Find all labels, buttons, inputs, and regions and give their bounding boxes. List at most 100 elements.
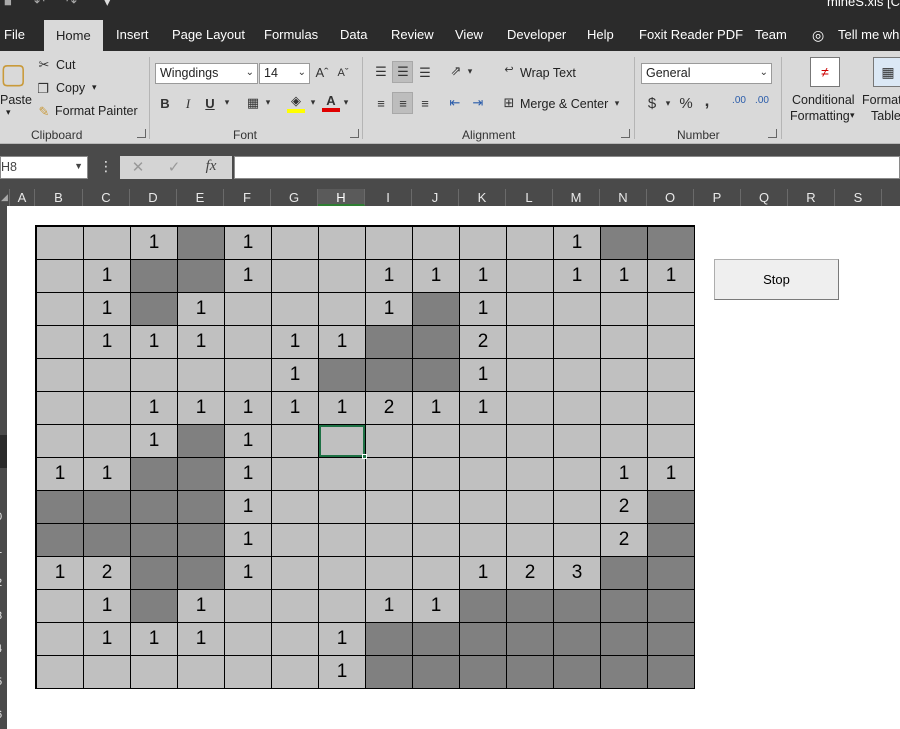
conditional-formatting-button[interactable]: Conditional (792, 93, 855, 107)
revealed-cell[interactable] (272, 623, 318, 655)
unrevealed-cell[interactable] (366, 623, 412, 655)
revealed-cell[interactable] (225, 590, 271, 622)
font-name-combo[interactable]: Wingdings ⌄ (155, 63, 258, 84)
save-icon[interactable]: ■ (4, 0, 12, 9)
unrevealed-cell[interactable] (648, 590, 694, 622)
center-button[interactable]: ≡ (392, 92, 413, 114)
revealed-cell[interactable] (37, 359, 83, 391)
unrevealed-cell[interactable] (84, 524, 130, 556)
unrevealed-cell[interactable] (178, 260, 224, 292)
revealed-cell[interactable]: 2 (460, 326, 506, 358)
revealed-cell[interactable] (413, 458, 459, 490)
cut-button[interactable]: Cut (56, 58, 75, 72)
tab-review[interactable]: Review (391, 27, 434, 42)
revealed-cell[interactable] (319, 293, 365, 325)
column-header-n[interactable]: N (600, 189, 647, 206)
revealed-cell[interactable] (648, 326, 694, 358)
row-header[interactable] (0, 402, 7, 435)
row-header[interactable]: 2 (0, 567, 7, 600)
revealed-cell[interactable] (131, 656, 177, 688)
revealed-cell[interactable] (272, 425, 318, 457)
column-header-q[interactable]: Q (741, 189, 788, 206)
undo-icon[interactable]: ↶ (34, 0, 45, 10)
revealed-cell[interactable] (272, 491, 318, 523)
paste-icon[interactable]: ▢ (0, 57, 26, 91)
copy-icon[interactable]: ❐ (36, 81, 50, 97)
unrevealed-cell[interactable] (413, 293, 459, 325)
revealed-cell[interactable]: 1 (554, 227, 600, 259)
revealed-cell[interactable] (366, 491, 412, 523)
unrevealed-cell[interactable] (554, 623, 600, 655)
revealed-cell[interactable]: 1 (366, 260, 412, 292)
fill-color-dropdown-icon[interactable]: ▾ (309, 97, 317, 108)
revealed-cell[interactable] (507, 227, 553, 259)
unrevealed-cell[interactable] (413, 326, 459, 358)
decrease-indent-icon[interactable]: ⇤ (446, 95, 464, 111)
revealed-cell[interactable] (225, 293, 271, 325)
revealed-cell[interactable]: 1 (178, 392, 224, 424)
row-header[interactable] (0, 435, 7, 468)
revealed-cell[interactable] (554, 293, 600, 325)
tab-team[interactable]: Team (755, 27, 787, 42)
unrevealed-cell[interactable] (413, 623, 459, 655)
revealed-cell[interactable]: 1 (84, 293, 130, 325)
unrevealed-cell[interactable] (319, 359, 365, 391)
revealed-cell[interactable] (319, 524, 365, 556)
column-header-d[interactable]: D (130, 189, 177, 206)
unrevealed-cell[interactable] (413, 359, 459, 391)
unrevealed-cell[interactable] (554, 656, 600, 688)
revealed-cell[interactable] (601, 293, 647, 325)
align-left-button[interactable]: ≡ (370, 92, 391, 114)
row-header[interactable] (0, 468, 7, 501)
accounting-format-button[interactable]: $ (645, 95, 659, 112)
revealed-cell[interactable] (507, 491, 553, 523)
revealed-cell[interactable]: 1 (366, 590, 412, 622)
number-format-combo[interactable]: General ⌄ (641, 63, 772, 84)
revealed-cell[interactable] (648, 392, 694, 424)
unrevealed-cell[interactable] (507, 590, 553, 622)
name-box-dropdown-icon[interactable]: ▼ (74, 161, 83, 171)
font-launcher-icon[interactable] (350, 129, 359, 138)
revealed-cell[interactable]: 1 (84, 623, 130, 655)
revealed-cell[interactable] (554, 359, 600, 391)
tab-formulas[interactable]: Formulas (264, 27, 318, 42)
revealed-cell[interactable] (84, 359, 130, 391)
revealed-cell[interactable] (319, 425, 365, 457)
decrease-decimal-button[interactable]: .00 (752, 95, 772, 106)
revealed-cell[interactable]: 1 (413, 260, 459, 292)
revealed-cell[interactable]: 1 (131, 326, 177, 358)
number-launcher-icon[interactable] (768, 129, 777, 138)
tab-home[interactable]: Home (44, 20, 103, 51)
select-all-corner[interactable]: ◢ (0, 189, 10, 206)
revealed-cell[interactable] (366, 227, 412, 259)
revealed-cell[interactable] (272, 524, 318, 556)
revealed-cell[interactable]: 1 (178, 623, 224, 655)
revealed-cell[interactable]: 1 (84, 260, 130, 292)
conditional-formatting-dropdown-icon[interactable]: ▾ (850, 110, 855, 121)
column-header-o[interactable]: O (647, 189, 694, 206)
revealed-cell[interactable] (507, 326, 553, 358)
unrevealed-cell[interactable] (178, 491, 224, 523)
comma-style-button[interactable]: , (700, 91, 714, 111)
unrevealed-cell[interactable] (37, 524, 83, 556)
increase-decimal-button[interactable]: .00 (729, 95, 749, 106)
revealed-cell[interactable]: 1 (37, 458, 83, 490)
revealed-cell[interactable] (648, 293, 694, 325)
column-header-a[interactable]: A (10, 189, 35, 206)
revealed-cell[interactable] (272, 557, 318, 589)
revealed-cell[interactable]: 1 (225, 425, 271, 457)
revealed-cell[interactable] (601, 392, 647, 424)
revealed-cell[interactable] (507, 425, 553, 457)
revealed-cell[interactable] (37, 293, 83, 325)
row-header[interactable] (0, 369, 7, 402)
revealed-cell[interactable] (507, 458, 553, 490)
revealed-cell[interactable] (225, 359, 271, 391)
revealed-cell[interactable] (507, 359, 553, 391)
decrease-font-size-icon[interactable]: Aˇ (336, 67, 350, 79)
revealed-cell[interactable] (507, 392, 553, 424)
row-header[interactable] (0, 270, 7, 303)
revealed-cell[interactable] (366, 557, 412, 589)
revealed-cell[interactable]: 2 (366, 392, 412, 424)
column-header-l[interactable]: L (506, 189, 553, 206)
format-painter-button[interactable]: Format Painter (55, 104, 138, 118)
